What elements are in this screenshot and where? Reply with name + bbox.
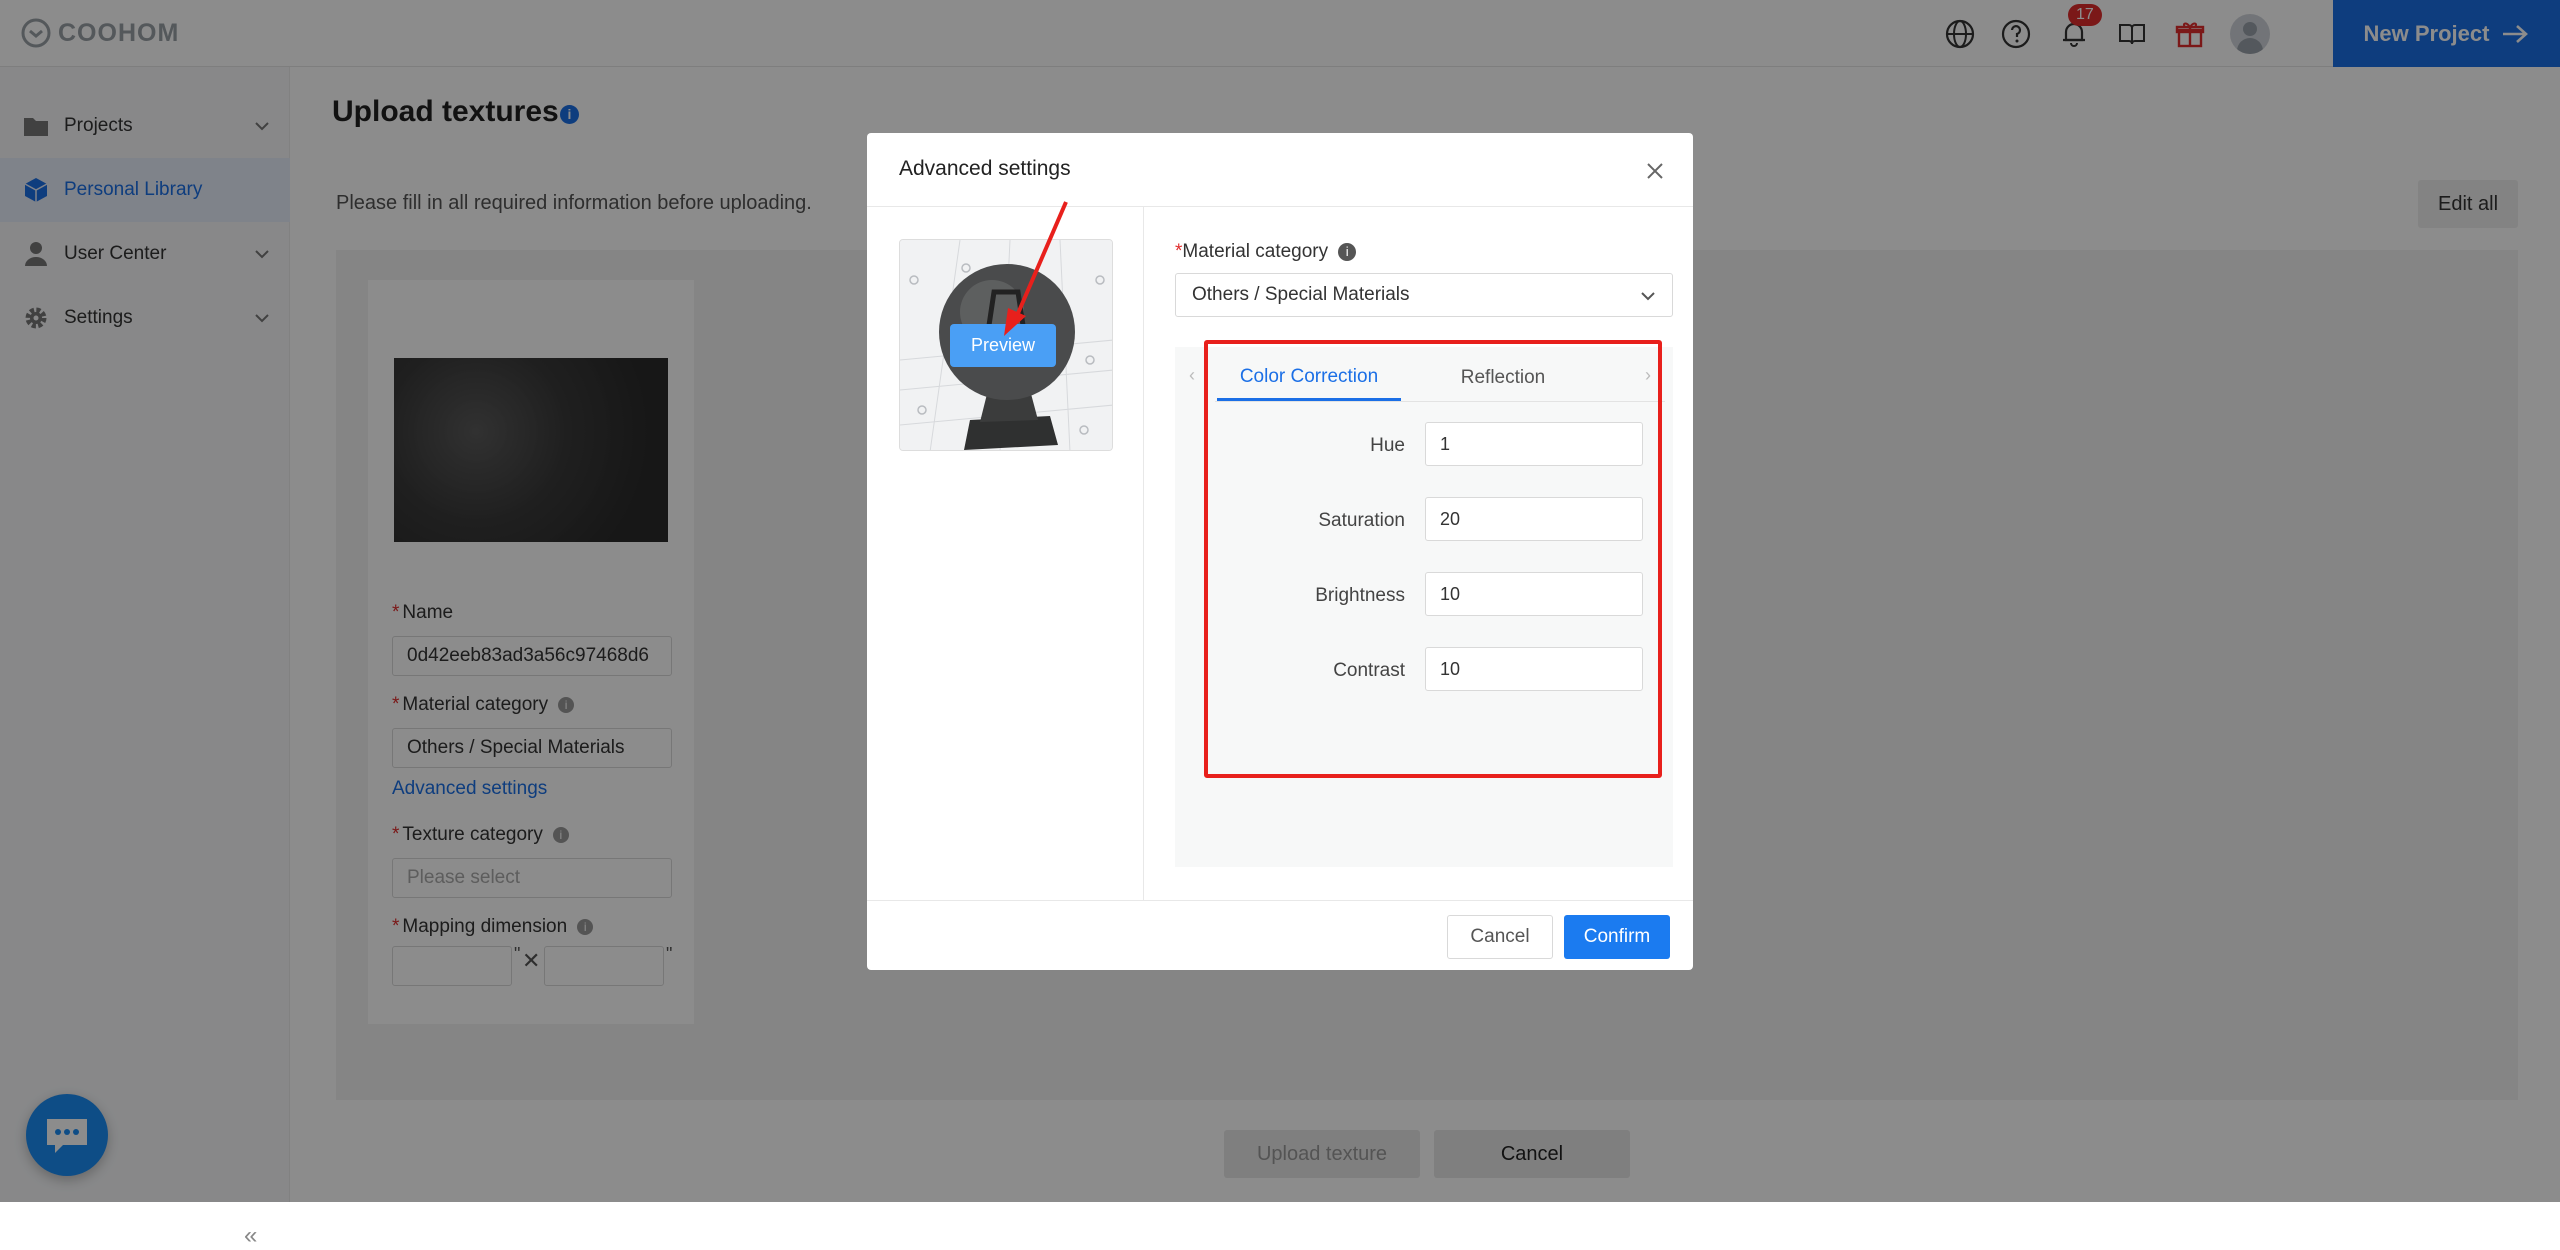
modal-title: Advanced settings bbox=[899, 157, 1071, 180]
close-icon[interactable] bbox=[1643, 159, 1667, 183]
divider bbox=[867, 900, 1693, 901]
material-category-value: Others / Special Materials bbox=[1192, 284, 1410, 305]
confirm-button[interactable]: Confirm bbox=[1564, 915, 1670, 959]
collapse-sidebar-icon[interactable]: « bbox=[244, 1222, 257, 1250]
annotation-arrow-icon bbox=[1004, 201, 1068, 336]
chevron-down-icon bbox=[1641, 292, 1655, 301]
material-category-select[interactable]: Others / Special Materials bbox=[1175, 273, 1673, 317]
modal-cancel-button[interactable]: Cancel bbox=[1447, 915, 1553, 959]
annotation-highlight-box bbox=[1204, 340, 1662, 778]
tab-prev-icon[interactable]: ‹ bbox=[1189, 365, 1195, 386]
info-icon: i bbox=[1338, 242, 1357, 261]
material-category-label: *Material categoryi bbox=[1175, 241, 1357, 263]
divider bbox=[1143, 207, 1144, 900]
